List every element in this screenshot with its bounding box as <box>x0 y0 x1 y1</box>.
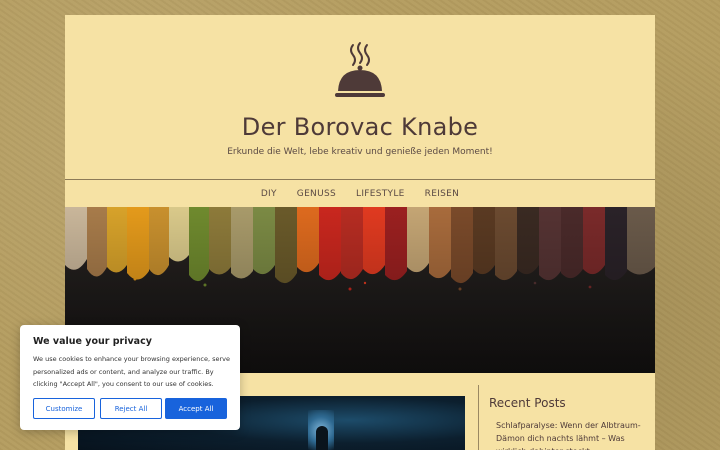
nav-item-lifestyle[interactable]: LIFESTYLE <box>356 189 405 199</box>
nav-item-genuss[interactable]: GENUSS <box>297 189 336 199</box>
cloche-icon[interactable] <box>335 41 385 99</box>
accept-all-button[interactable]: Accept All <box>165 398 227 419</box>
sidebar: Recent Posts Schlafparalyse: Wenn der Al… <box>478 385 655 450</box>
customize-button[interactable]: Customize <box>33 398 95 419</box>
main-navigation: DIY GENUSS LIFESTYLE REISEN <box>65 179 655 208</box>
cookie-title: We value your privacy <box>33 336 152 347</box>
reject-all-button[interactable]: Reject All <box>100 398 162 419</box>
nav-item-diy[interactable]: DIY <box>261 189 277 199</box>
cookie-text: We use cookies to enhance your browsing … <box>33 355 230 388</box>
cookie-consent-banner: We value your privacy We use cookies to … <box>20 325 240 430</box>
site-tagline: Erkunde die Welt, lebe kreativ und genie… <box>227 147 493 157</box>
recent-post-link[interactable]: Schlafparalyse: Wenn der Albtraum-Dämon … <box>496 419 654 450</box>
silhouette-figure <box>316 426 328 450</box>
recent-posts-heading: Recent Posts <box>489 396 566 410</box>
site-header: Der Borovac Knabe Erkunde die Welt, lebe… <box>65 15 655 179</box>
site-title[interactable]: Der Borovac Knabe <box>65 113 655 141</box>
nav-item-reisen[interactable]: REISEN <box>425 189 460 199</box>
